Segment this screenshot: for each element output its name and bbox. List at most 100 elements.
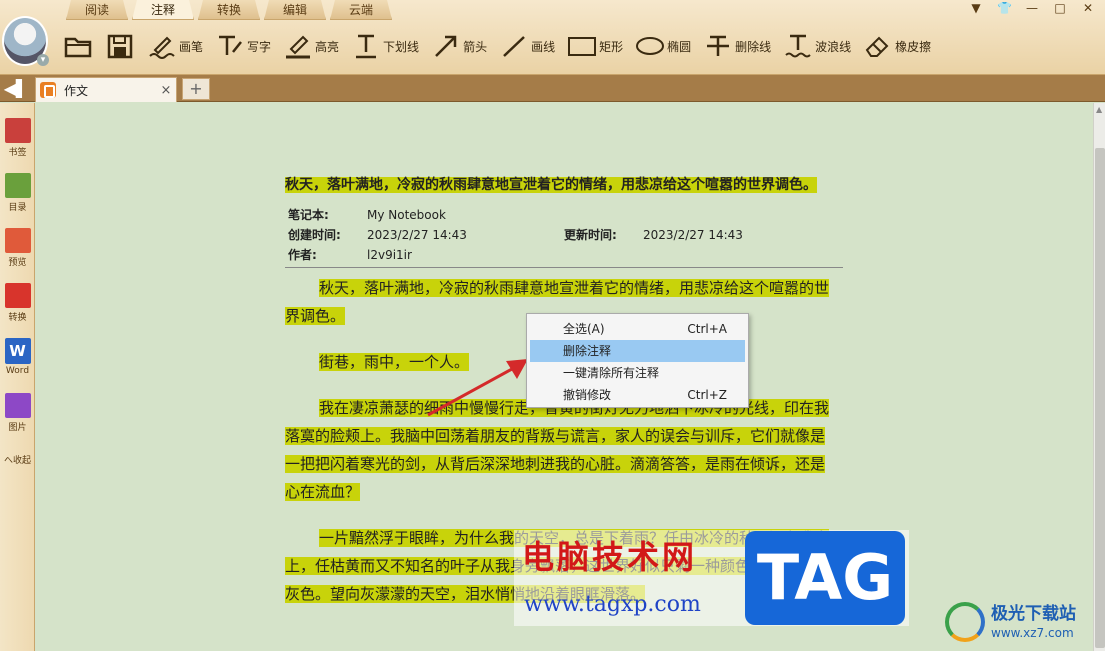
updated-label: 更新时间: bbox=[564, 228, 617, 242]
menu-item-select-all[interactable]: 全选(A) Ctrl+A bbox=[530, 318, 745, 340]
watermark-site-name: 电脑技术网 bbox=[522, 538, 698, 576]
sidebar-item-label: Word bbox=[5, 366, 30, 376]
meta-row: 笔记本: My Notebook bbox=[285, 205, 843, 225]
wavy-line-tool-button[interactable]: 波浪线 bbox=[778, 26, 858, 66]
sidebar-item-preview[interactable]: 预览 bbox=[0, 213, 35, 268]
eraser-tool-button[interactable]: 橡皮擦 bbox=[858, 26, 938, 66]
notebook-label: 笔记本: bbox=[288, 208, 329, 222]
tab-annotate[interactable]: 注释 bbox=[132, 0, 194, 20]
watermark-brand2: 极光下载站 www.xz7.com bbox=[945, 597, 1076, 647]
menu-item-undo[interactable]: 撤销修改 Ctrl+Z bbox=[530, 384, 745, 406]
wavy-line-icon bbox=[785, 34, 811, 58]
sidebar-item-toc[interactable]: 目录 bbox=[0, 158, 35, 213]
skin-icon[interactable]: 👕 bbox=[997, 0, 1012, 16]
write-tool-label: 写字 bbox=[247, 39, 272, 54]
save-button[interactable] bbox=[100, 26, 142, 66]
ellipse-tool-label: 椭圆 bbox=[667, 39, 692, 54]
arrow-icon bbox=[435, 35, 457, 57]
minimize-button[interactable]: — bbox=[1025, 0, 1039, 16]
menu-item-label: 删除注释 bbox=[563, 344, 612, 358]
close-button[interactable]: ✕ bbox=[1081, 0, 1095, 16]
tab-edit[interactable]: 编辑 bbox=[264, 0, 326, 20]
sidebar-item-convert[interactable]: 转换 bbox=[0, 268, 35, 323]
word-icon: W bbox=[4, 338, 31, 364]
sidebar-item-label: 转换 bbox=[8, 313, 27, 323]
left-sidebar: 书签 目录 预览 转换 W Word 图片 へ收起 bbox=[0, 103, 35, 651]
menu-item-shortcut: Ctrl+Z bbox=[687, 388, 727, 402]
rectangle-tool-label: 矩形 bbox=[599, 39, 624, 54]
brush-tool-button[interactable]: 画笔 bbox=[142, 26, 210, 66]
strikethrough-tool-button[interactable]: 删除线 bbox=[698, 26, 778, 66]
brush-tool-label: 画笔 bbox=[179, 39, 204, 54]
maximize-button[interactable]: □ bbox=[1053, 0, 1067, 16]
back-button[interactable]: ◀▌ bbox=[0, 75, 32, 102]
author-label: 作者: bbox=[288, 248, 317, 262]
underline-tool-button[interactable]: 下划线 bbox=[346, 26, 426, 66]
note-metadata: 笔记本: My Notebook 创建时间: 2023/2/27 14:43 更… bbox=[285, 205, 843, 268]
title-highlight[interactable]: 秋天，落叶满地，冷寂的秋雨肆意地宣泄着它的情绪，用悲凉给这个喧嚣的世界调色。 bbox=[285, 177, 817, 193]
highlighter-icon bbox=[286, 35, 311, 59]
scroll-thumb[interactable] bbox=[1095, 148, 1105, 648]
note-file-icon bbox=[40, 82, 56, 98]
meta-row: 创建时间: 2023/2/27 14:43 更新时间: 2023/2/27 14… bbox=[285, 225, 843, 245]
sidebar-item-label: 预览 bbox=[8, 258, 27, 268]
line-tool-label: 画线 bbox=[531, 39, 556, 54]
highlight-tool-label: 高亮 bbox=[315, 39, 340, 54]
open-button[interactable] bbox=[58, 26, 100, 66]
menu-item-label: 撤销修改 bbox=[563, 388, 612, 402]
created-label: 创建时间: bbox=[288, 228, 341, 242]
document-tab-strip: ◀▌ 作文 × + bbox=[0, 75, 1105, 102]
tab-document-label: 作文 bbox=[64, 83, 89, 98]
collapse-sidebar-button[interactable]: へ收起 bbox=[0, 453, 35, 466]
vertical-scrollbar[interactable]: ▲ bbox=[1093, 103, 1105, 651]
meta-row: 作者: l2v9i1ir bbox=[285, 245, 843, 265]
aurora-logo-icon bbox=[945, 602, 985, 642]
line-tool-button[interactable]: 画线 bbox=[494, 26, 562, 66]
save-icon bbox=[107, 34, 133, 59]
ribbon-toolbar: ▾ 阅读 注释 转换 编辑 云端 画笔 写字 高亮 下划线 箭头 画线 矩形 椭… bbox=[0, 0, 1105, 75]
strikethrough-icon bbox=[707, 35, 730, 56]
dropdown-menu-icon[interactable]: ▼ bbox=[969, 0, 983, 16]
tab-read[interactable]: 阅读 bbox=[66, 0, 128, 20]
paragraph-highlight[interactable]: 我在凄凉萧瑟的细雨中慢慢行走，昏黄的街灯无力地洒下冰冷的光线，印在我落寞的脸颊上… bbox=[285, 399, 830, 501]
menu-item-delete-annotation[interactable]: 删除注释 bbox=[530, 340, 745, 362]
sidebar-item-image[interactable]: 图片 bbox=[0, 378, 35, 433]
rectangle-tool-button[interactable]: 矩形 bbox=[562, 26, 630, 66]
strikethrough-tool-label: 删除线 bbox=[735, 39, 772, 54]
line-icon bbox=[503, 36, 525, 57]
arrow-tool-button[interactable]: 箭头 bbox=[426, 26, 494, 66]
created-value: 2023/2/27 14:43 bbox=[367, 228, 467, 242]
tab-convert[interactable]: 转换 bbox=[198, 0, 260, 20]
sidebar-item-label: 图片 bbox=[8, 423, 27, 433]
arrow-tool-label: 箭头 bbox=[463, 39, 488, 54]
eraser-tool-label: 橡皮擦 bbox=[895, 39, 932, 54]
document-title: 秋天，落叶满地，冷寂的秋雨肆意地宣泄着它的情绪，用悲凉给这个喧嚣的世界调色。 bbox=[285, 175, 825, 196]
tab-document[interactable]: 作文 × bbox=[35, 77, 177, 102]
write-tool-button[interactable]: 写字 bbox=[210, 26, 278, 66]
bookmark-icon bbox=[4, 118, 31, 143]
watermark-brand2-text: 极光下载站 www.xz7.com bbox=[991, 603, 1076, 641]
menu-item-label: 全选(A) bbox=[563, 322, 605, 336]
sidebar-item-word[interactable]: W Word bbox=[0, 323, 35, 378]
sidebar-item-label: 目录 bbox=[8, 203, 27, 213]
avatar-dropdown-icon[interactable]: ▾ bbox=[37, 54, 49, 66]
image-icon bbox=[4, 393, 31, 418]
eraser-icon bbox=[865, 36, 889, 57]
add-tab-button[interactable]: + bbox=[182, 78, 210, 100]
menu-tabs: 阅读 注释 转换 编辑 云端 bbox=[66, 0, 396, 20]
brush-icon bbox=[149, 36, 175, 59]
watermark-tag-logo: TAG bbox=[745, 531, 905, 625]
scroll-up-icon[interactable]: ▲ bbox=[1096, 105, 1102, 114]
window-controls: ▼ 👕 — □ ✕ bbox=[969, 0, 1095, 16]
ellipse-tool-button[interactable]: 椭圆 bbox=[630, 26, 698, 66]
sidebar-item-bookmarks[interactable]: 书签 bbox=[0, 103, 35, 158]
updated-value: 2023/2/27 14:43 bbox=[643, 228, 743, 242]
menu-item-clear-all-annotations[interactable]: 一键清除所有注释 bbox=[530, 362, 745, 384]
close-tab-icon[interactable]: × bbox=[156, 83, 176, 98]
annotation-tools: 画笔 写字 高亮 下划线 箭头 画线 矩形 椭圆 删除线 波浪线 橡皮擦 bbox=[58, 26, 938, 66]
toc-icon bbox=[4, 173, 31, 198]
highlight-tool-button[interactable]: 高亮 bbox=[278, 26, 346, 66]
tab-cloud[interactable]: 云端 bbox=[330, 0, 392, 20]
folder-icon bbox=[64, 37, 92, 58]
watermark-brand2-url: www.xz7.com bbox=[991, 626, 1074, 640]
